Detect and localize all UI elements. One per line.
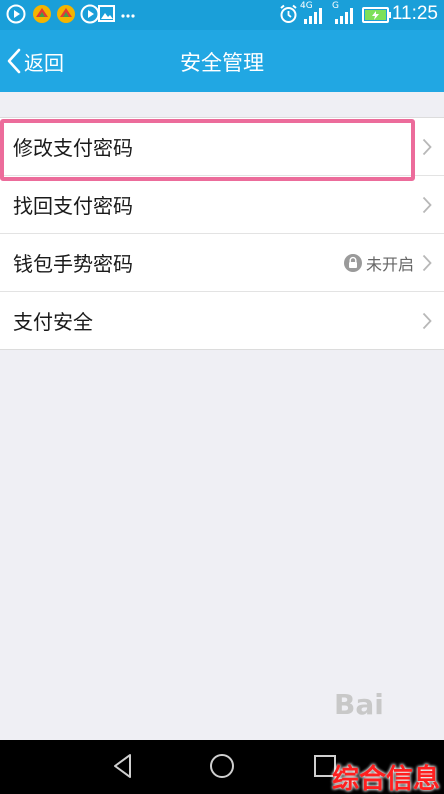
- alarm-icon: [280, 4, 297, 23]
- game-icon: [57, 5, 75, 23]
- settings-item-label: 修改支付密码: [13, 136, 133, 160]
- clock-time: 11:25: [391, 3, 438, 24]
- chevron-right-icon: [422, 254, 432, 272]
- signal-icon: [335, 8, 353, 24]
- settings-item-recover-payment-password[interactable]: 找回支付密码: [0, 176, 444, 234]
- back-icon[interactable]: [110, 752, 136, 780]
- image-icon: [98, 5, 115, 22]
- settings-item-change-payment-password[interactable]: 修改支付密码: [0, 118, 444, 176]
- settings-item-wallet-gesture-password[interactable]: 钱包手势密码 未开启: [0, 234, 444, 292]
- chevron-right-icon: [422, 138, 432, 156]
- settings-item-payment-security[interactable]: 支付安全: [0, 292, 444, 350]
- baidu-watermark: Bai: [334, 688, 384, 721]
- home-icon[interactable]: [208, 752, 236, 780]
- settings-list: 修改支付密码 找回支付密码 钱包手势密码 未开启 支付安全: [0, 117, 444, 350]
- play-icon: [6, 4, 26, 24]
- signal-icon: [304, 8, 322, 24]
- gesture-status: 未开启: [343, 251, 414, 275]
- settings-item-label: 钱包手势密码: [13, 252, 133, 276]
- game-icon: [33, 5, 51, 23]
- title-bar: 返回 安全管理: [0, 30, 444, 92]
- more-icon: [121, 14, 135, 18]
- lock-icon: [343, 254, 362, 272]
- site-watermark: 综合信息: [332, 764, 440, 794]
- status-badge: 未开启: [365, 255, 414, 274]
- chevron-right-icon: [422, 312, 432, 330]
- chevron-right-icon: [422, 196, 432, 214]
- settings-item-label: 找回支付密码: [13, 194, 133, 218]
- battery-icon: [362, 7, 391, 23]
- settings-item-label: 支付安全: [13, 310, 93, 334]
- page-title: 安全管理: [180, 51, 264, 75]
- play-icon: [80, 4, 100, 24]
- status-bar: 4G G 11:25: [0, 0, 444, 30]
